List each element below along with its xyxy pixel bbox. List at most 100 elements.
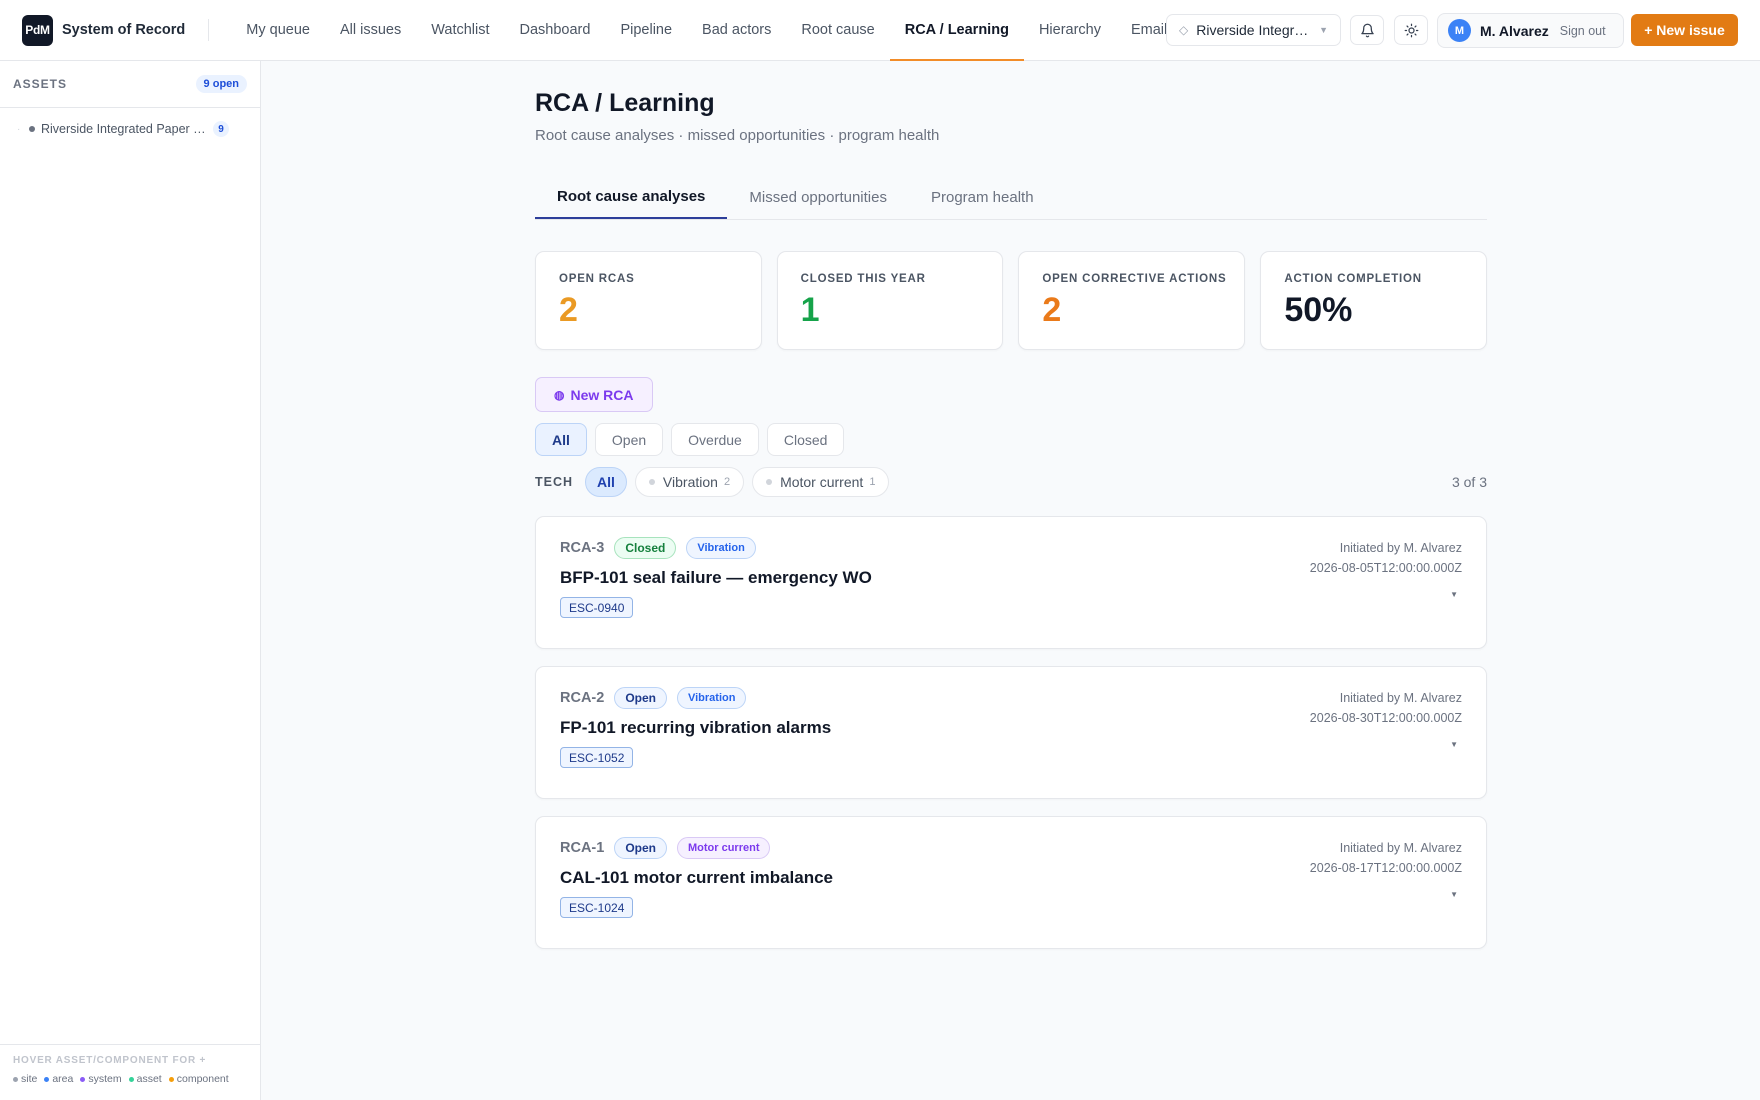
rca-meta: Initiated by M. Alvarez 2026-08-17T12:00… <box>1310 838 1462 878</box>
rca-meta: Initiated by M. Alvarez 2026-08-05T12:00… <box>1310 538 1462 578</box>
tech-badge: Motor current <box>676 837 771 859</box>
nav-my-queue[interactable]: My queue <box>231 0 325 60</box>
stat-action-completion: ACTION COMPLETION 50% <box>1260 251 1488 350</box>
filter-all[interactable]: All <box>535 423 587 456</box>
open-count-badge: 9 open <box>195 75 247 93</box>
brand[interactable]: PdM System of Record <box>0 0 185 60</box>
rca-id: RCA-1 <box>560 840 605 856</box>
nav-dashboard[interactable]: Dashboard <box>505 0 606 60</box>
nav-rca-learning[interactable]: RCA / Learning <box>889 0 1025 61</box>
theme-toggle-button[interactable] <box>1394 15 1428 45</box>
stat-value: 1 <box>800 291 820 329</box>
chip-count: 1 <box>869 476 876 488</box>
escalation-tag[interactable]: ESC-1052 <box>560 747 634 768</box>
notifications-button[interactable] <box>1350 15 1384 45</box>
rca-date: 2026-08-17T12:00:00.000Z <box>1309 861 1462 875</box>
app-logo: PdM <box>22 14 53 46</box>
rca-list: RCA-3 Closed Vibration BFP-101 seal fail… <box>535 516 1487 949</box>
assets-sidebar: ASSETS 9 open · Riverside Integrated Pap… <box>0 61 261 1100</box>
stat-value: 2 <box>559 291 578 329</box>
legend-dot-icon <box>13 1076 18 1082</box>
tab-program-health[interactable]: Program health <box>909 176 1056 219</box>
expand-caret-icon[interactable]: ▼ <box>1450 740 1458 749</box>
sidebar-header: ASSETS 9 open <box>0 61 260 108</box>
result-count: 3 of 3 <box>1451 474 1487 490</box>
chip-dot-icon <box>766 479 773 485</box>
initiated-by: Initiated by M. Alvarez <box>1339 841 1462 855</box>
stat-label: OPEN CORRECTIVE ACTIONS <box>1042 273 1227 285</box>
main-content: RCA / Learning Root cause analyses · mis… <box>535 61 1488 966</box>
app-name: System of Record <box>62 22 186 38</box>
avatar[interactable]: M <box>1448 19 1471 42</box>
escalation-tag[interactable]: ESC-0940 <box>560 597 634 618</box>
sun-icon <box>1404 23 1418 37</box>
tree-item-count: 9 <box>213 121 229 137</box>
filter-overdue[interactable]: Overdue <box>671 423 759 456</box>
tech-chip-all[interactable]: All <box>585 467 627 497</box>
page-subtitle: Root cause analyses · missed opportuniti… <box>535 127 940 144</box>
stat-label: OPEN RCAS <box>559 273 635 285</box>
filter-closed[interactable]: Closed <box>766 423 845 456</box>
tree-item-site[interactable]: · Riverside Integrated Paper Mill 9 <box>0 121 260 137</box>
legend-asset: asset <box>128 1073 162 1085</box>
initiated-by: Initiated by M. Alvarez <box>1339 691 1462 705</box>
tab-bar: Root cause analyses Missed opportunities… <box>535 176 1487 220</box>
tech-chip-motor-current[interactable]: Motor current 1 <box>752 467 890 497</box>
expand-caret-icon[interactable]: ▼ <box>1450 890 1458 899</box>
chip-count: 2 <box>723 476 731 488</box>
legend-system: system <box>80 1073 122 1085</box>
nav-root-cause[interactable]: Root cause <box>786 0 889 60</box>
tech-label: TECH <box>535 475 574 489</box>
stat-label: CLOSED THIS YEAR <box>800 273 926 285</box>
tech-filter-row: TECH All Vibration 2 Motor current 1 3 o… <box>535 467 1487 497</box>
location-pin-icon: ◇ <box>1179 23 1189 37</box>
hierarchy-legend: site area system asset component <box>13 1073 247 1085</box>
globe-icon: ◍ <box>554 387 565 402</box>
tab-root-cause-analyses[interactable]: Root cause analyses <box>535 176 728 219</box>
tech-badge: Vibration <box>676 687 747 709</box>
rca-card[interactable]: RCA-2 Open Vibration FP-101 recurring vi… <box>535 666 1487 799</box>
rca-card[interactable]: RCA-1 Open Motor current CAL-101 motor c… <box>535 816 1487 949</box>
new-rca-label: New RCA <box>570 386 634 403</box>
stat-open-rcas: OPEN RCAS 2 <box>535 251 762 350</box>
stat-value: 50% <box>1284 291 1353 329</box>
user-menu: M M. Alvarez Sign out <box>1437 13 1624 48</box>
new-rca-button[interactable]: ◍ New RCA <box>535 377 653 412</box>
stat-open-corrective-actions: OPEN CORRECTIVE ACTIONS 2 <box>1018 251 1246 350</box>
escalation-tag[interactable]: ESC-1024 <box>560 897 634 918</box>
rca-card[interactable]: RCA-3 Closed Vibration BFP-101 seal fail… <box>535 516 1487 649</box>
stat-value: 2 <box>1042 291 1062 329</box>
legend-component: component <box>168 1073 229 1085</box>
legend-dot-icon <box>44 1076 50 1082</box>
chevron-down-icon: ▼ <box>1319 25 1328 35</box>
site-selector[interactable]: ◇ Riverside Integrated Paper ▼ <box>1166 14 1341 46</box>
initiated-by: Initiated by M. Alvarez <box>1339 541 1462 555</box>
site-selector-value: Riverside Integrated Paper <box>1196 22 1314 38</box>
legend-dot-icon <box>128 1076 134 1082</box>
status-badge: Closed <box>614 537 677 559</box>
chip-dot-icon <box>648 479 655 485</box>
new-issue-button[interactable]: + New issue <box>1631 14 1738 46</box>
rca-id: RCA-3 <box>560 540 605 556</box>
nav-hierarchy[interactable]: Hierarchy <box>1024 0 1116 60</box>
nav-pipeline[interactable]: Pipeline <box>605 0 687 60</box>
status-badge: Open <box>614 837 667 859</box>
nav-watchlist[interactable]: Watchlist <box>416 0 504 60</box>
stat-label: ACTION COMPLETION <box>1284 273 1422 285</box>
tab-missed-opportunities[interactable]: Missed opportunities <box>727 176 909 219</box>
legend-dot-icon <box>80 1076 86 1082</box>
rca-meta: Initiated by M. Alvarez 2026-08-30T12:00… <box>1310 688 1462 728</box>
tree-item-label: Riverside Integrated Paper Mill <box>41 122 209 136</box>
sign-out-link[interactable]: Sign out <box>1560 24 1606 38</box>
rca-id: RCA-2 <box>560 690 605 706</box>
nav-all-issues[interactable]: All issues <box>325 0 416 60</box>
filter-open[interactable]: Open <box>594 423 664 456</box>
nav-bad-actors[interactable]: Bad actors <box>687 0 786 60</box>
stats-row: OPEN RCAS 2 CLOSED THIS YEAR 1 OPEN CORR… <box>535 251 1488 350</box>
rca-date: 2026-08-30T12:00:00.000Z <box>1309 711 1462 725</box>
tech-chip-vibration[interactable]: Vibration 2 <box>634 467 745 497</box>
legend-area: area <box>44 1073 73 1085</box>
expand-caret-icon[interactable]: ▼ <box>1450 590 1458 599</box>
legend-site: site <box>13 1073 37 1085</box>
sidebar-title: ASSETS <box>13 77 68 91</box>
